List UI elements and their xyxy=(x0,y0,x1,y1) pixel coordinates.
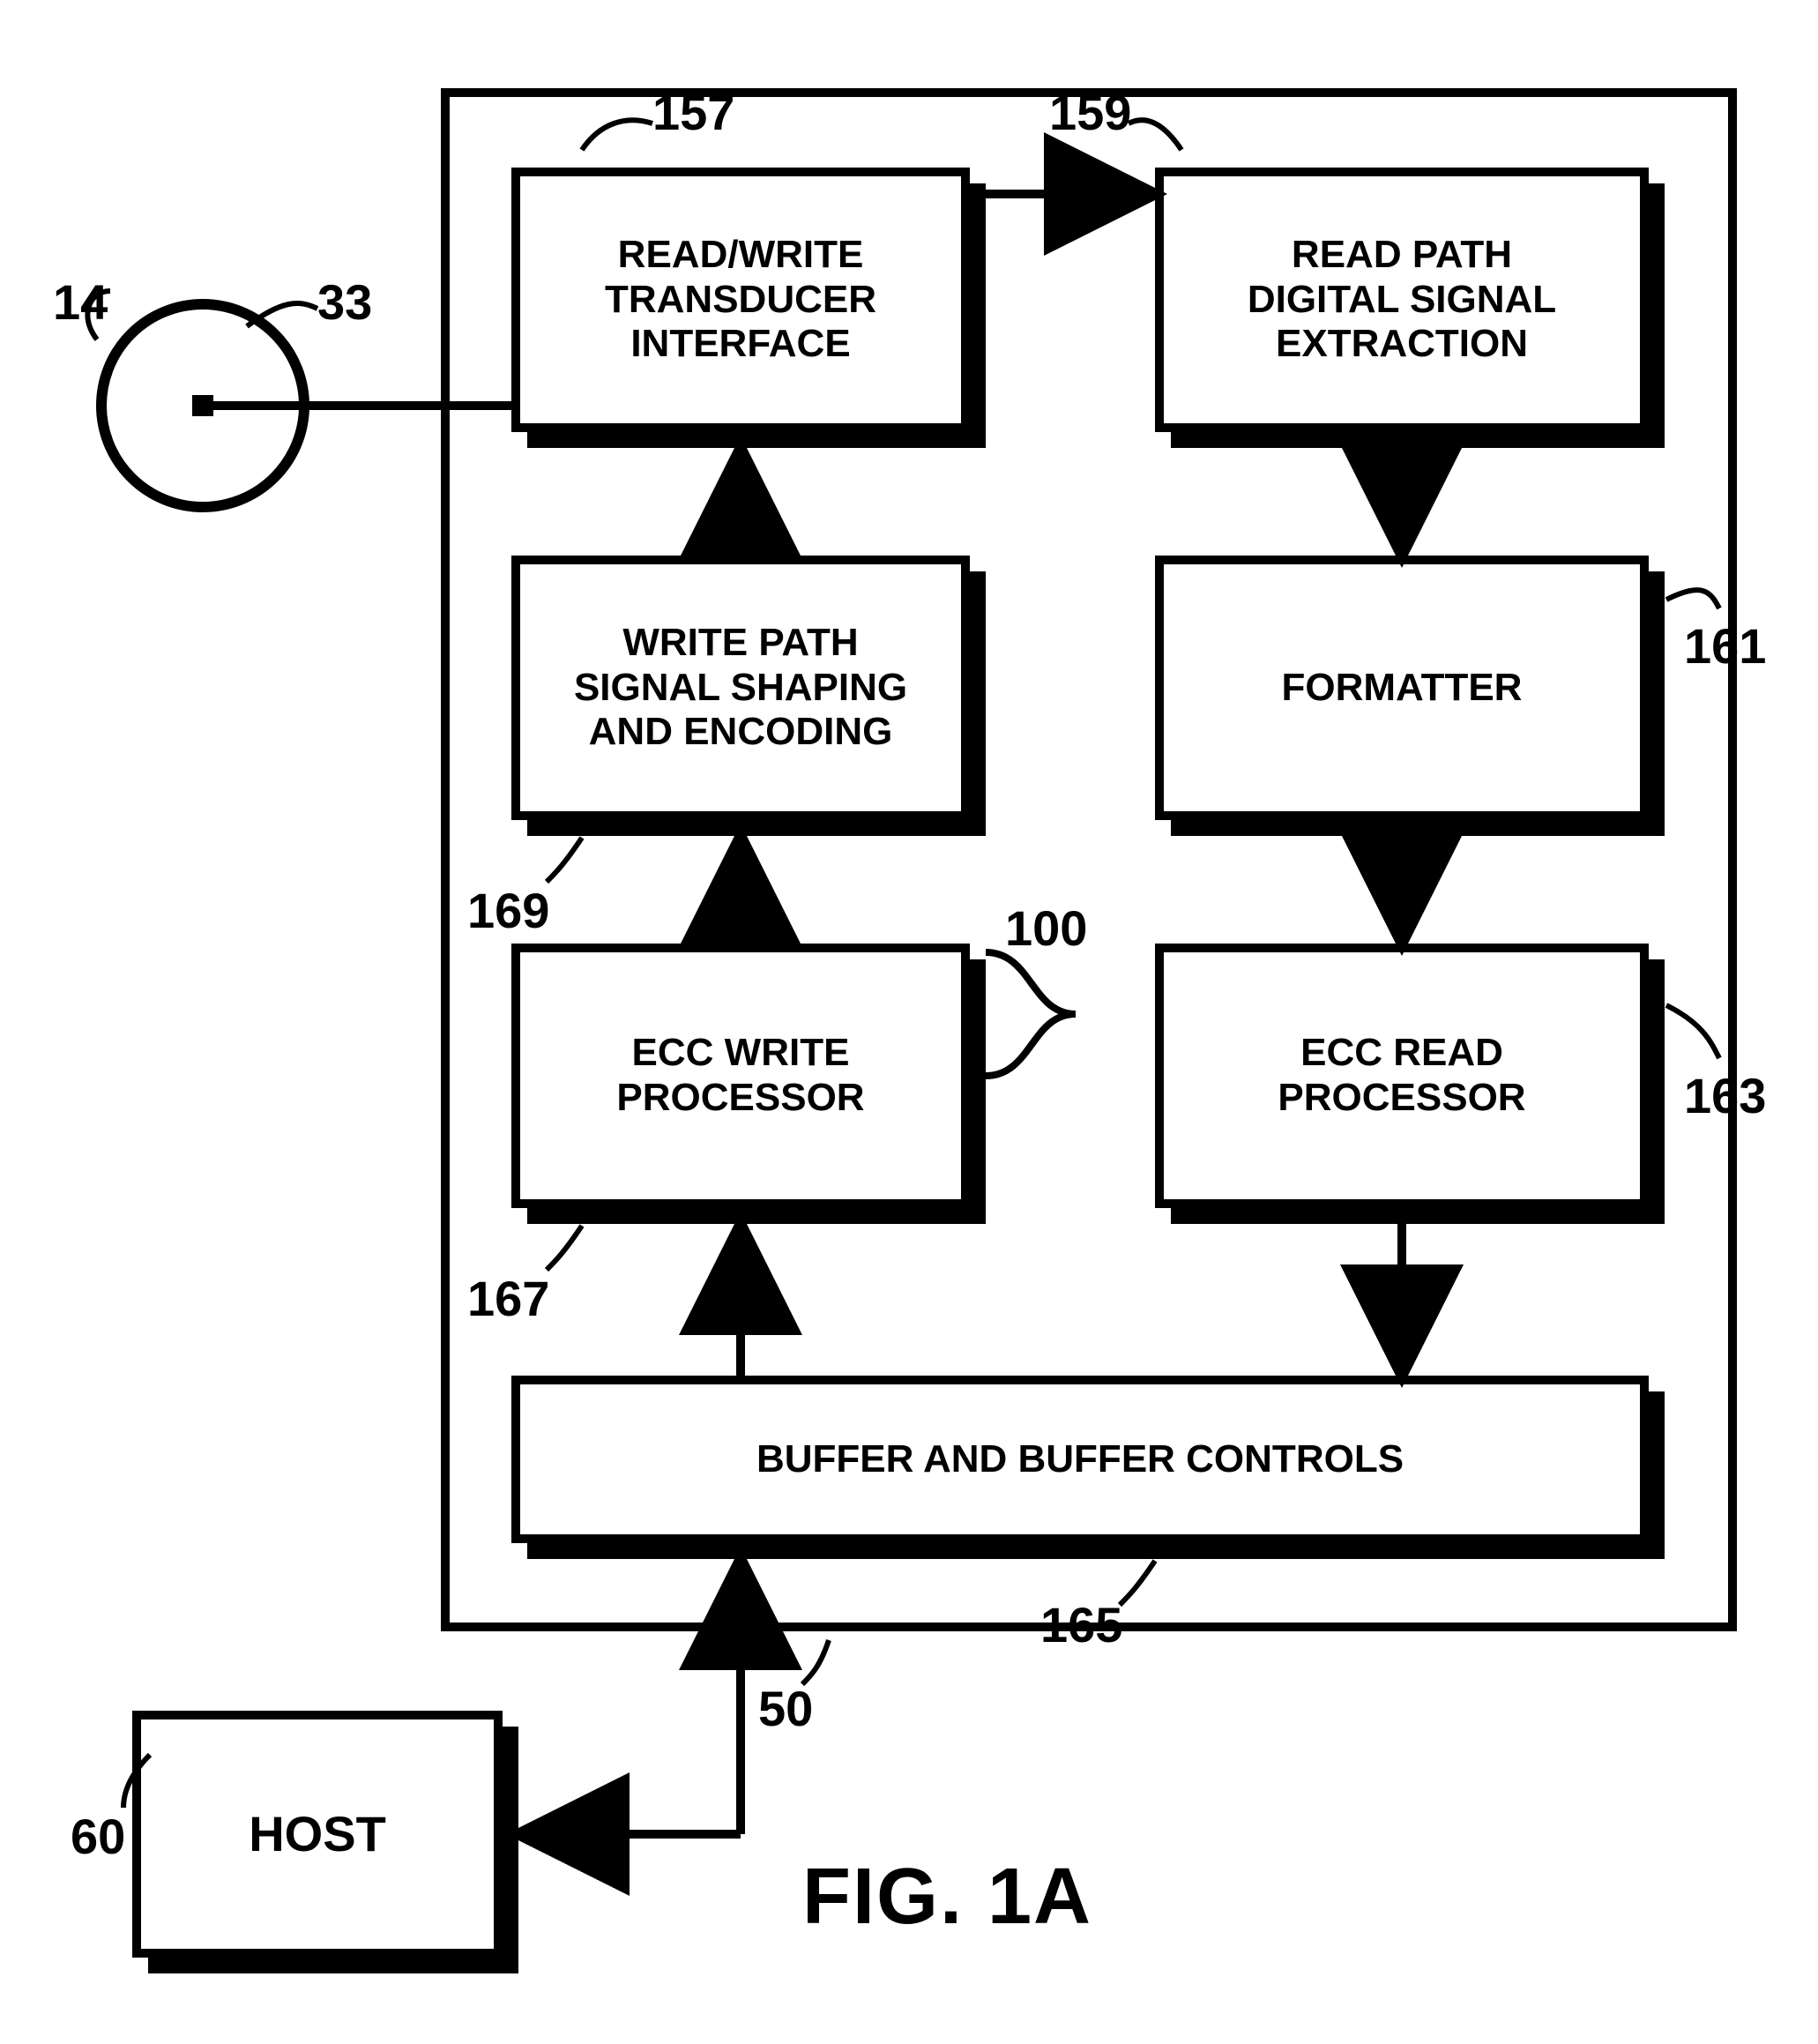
ecc-read-label: ECC READPROCESSOR xyxy=(1155,944,1649,1208)
ref-50: 50 xyxy=(758,1680,813,1737)
formatter-block: FORMATTER xyxy=(1155,556,1649,820)
read-path-block: READ PATHDIGITAL SIGNALEXTRACTION xyxy=(1155,168,1649,432)
write-path-label: WRITE PATHSIGNAL SHAPINGAND ENCODING xyxy=(511,556,970,820)
figure-caption: FIG. 1A xyxy=(802,1852,1092,1943)
rw-transducer-label: READ/WRITETRANSDUCERINTERFACE xyxy=(511,168,970,432)
ref-60: 60 xyxy=(71,1808,125,1865)
formatter-label: FORMATTER xyxy=(1155,556,1649,820)
ecc-write-block: ECC WRITEPROCESSOR xyxy=(511,944,970,1208)
disk-icon xyxy=(88,291,317,525)
ref-163: 163 xyxy=(1684,1067,1766,1124)
ecc-read-block: ECC READPROCESSOR xyxy=(1155,944,1649,1208)
read-path-label: READ PATHDIGITAL SIGNALEXTRACTION xyxy=(1155,168,1649,432)
diagram-canvas: READ/WRITETRANSDUCERINTERFACE READ PATHD… xyxy=(35,35,1783,2009)
buffer-label: BUFFER AND BUFFER CONTROLS xyxy=(511,1376,1649,1543)
ref-100: 100 xyxy=(1005,899,1087,957)
ecc-write-label: ECC WRITEPROCESSOR xyxy=(511,944,970,1208)
ref-33: 33 xyxy=(317,273,372,331)
rw-transducer-block: READ/WRITETRANSDUCERINTERFACE xyxy=(511,168,970,432)
ref-167: 167 xyxy=(467,1270,549,1327)
ref-157: 157 xyxy=(652,84,734,141)
buffer-block: BUFFER AND BUFFER CONTROLS xyxy=(511,1376,1649,1543)
ref-14: 14 xyxy=(53,273,108,331)
host-block: HOST xyxy=(132,1711,503,1958)
ref-169: 169 xyxy=(467,882,549,939)
host-label: HOST xyxy=(132,1711,503,1958)
ref-159: 159 xyxy=(1049,84,1131,141)
ref-165: 165 xyxy=(1040,1596,1122,1653)
ref-161: 161 xyxy=(1684,617,1766,675)
write-path-block: WRITE PATHSIGNAL SHAPINGAND ENCODING xyxy=(511,556,970,820)
